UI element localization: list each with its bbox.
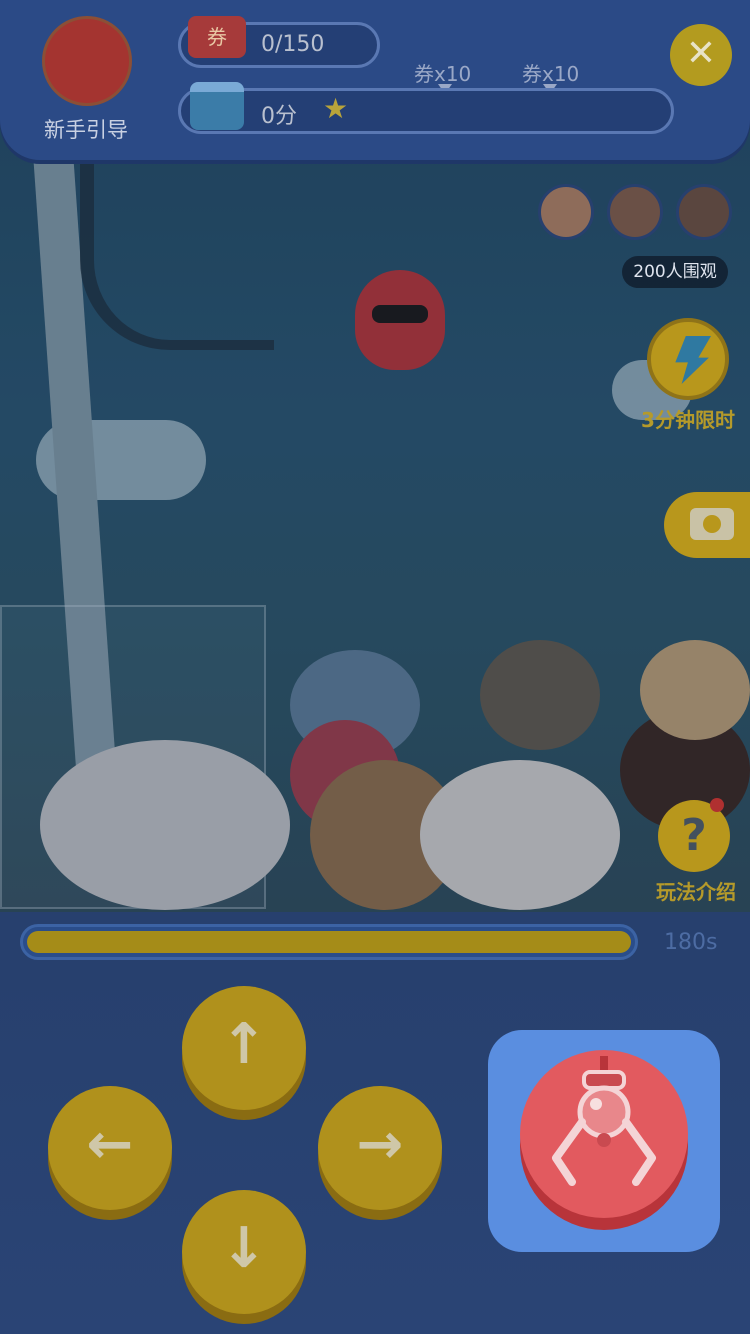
notification-dot	[710, 798, 724, 812]
ticket-icon: 券	[188, 16, 246, 58]
grab-button[interactable]	[520, 1050, 688, 1218]
guide-label[interactable]: 新手引导	[30, 114, 142, 144]
move-right-button[interactable]: →	[318, 1086, 442, 1210]
move-left-button[interactable]: ←	[48, 1086, 172, 1210]
viewer-avatar[interactable]	[676, 184, 732, 240]
score-progress-pill: 0分 ★	[178, 88, 674, 134]
camera-button[interactable]	[664, 492, 750, 558]
arrow-up-icon: ↑	[220, 1012, 268, 1077]
timed-mode-button[interactable]	[647, 318, 729, 400]
camera-icon	[690, 508, 734, 540]
viewer-avatar[interactable]	[607, 184, 663, 240]
move-up-button[interactable]: ↑	[182, 986, 306, 1110]
top-panel: 新手引导 0/150 券 券x10 券x10 0分 ★ ✕	[0, 0, 750, 160]
timed-mode-label: 3分钟限时	[641, 408, 735, 432]
star-icon: ★	[323, 92, 349, 125]
lightning-icon	[675, 336, 711, 384]
help-label[interactable]: 玩法介绍	[644, 876, 748, 905]
milestone-label: 券x10	[522, 62, 580, 86]
viewer-count[interactable]: 200人围观	[622, 256, 728, 288]
score-text: 0分	[261, 104, 297, 129]
arrow-left-icon: ←	[86, 1112, 134, 1177]
calendar-icon	[190, 82, 244, 130]
guide-avatar[interactable]	[42, 16, 132, 106]
milestone-label: 券x10	[414, 62, 472, 86]
viewer-avatar[interactable]	[538, 184, 594, 240]
arrow-right-icon: →	[356, 1112, 404, 1177]
time-progress-bar	[20, 924, 638, 960]
ticket-progress-text: 0/150	[261, 32, 325, 57]
close-button[interactable]: ✕	[670, 24, 732, 86]
time-progress-fill	[27, 931, 631, 953]
claw-icon	[552, 1056, 656, 1186]
time-remaining: 180s	[664, 930, 718, 955]
arrow-down-icon: ↓	[220, 1216, 268, 1281]
grab-button-container[interactable]	[488, 1030, 720, 1252]
move-down-button[interactable]: ↓	[182, 1190, 306, 1314]
